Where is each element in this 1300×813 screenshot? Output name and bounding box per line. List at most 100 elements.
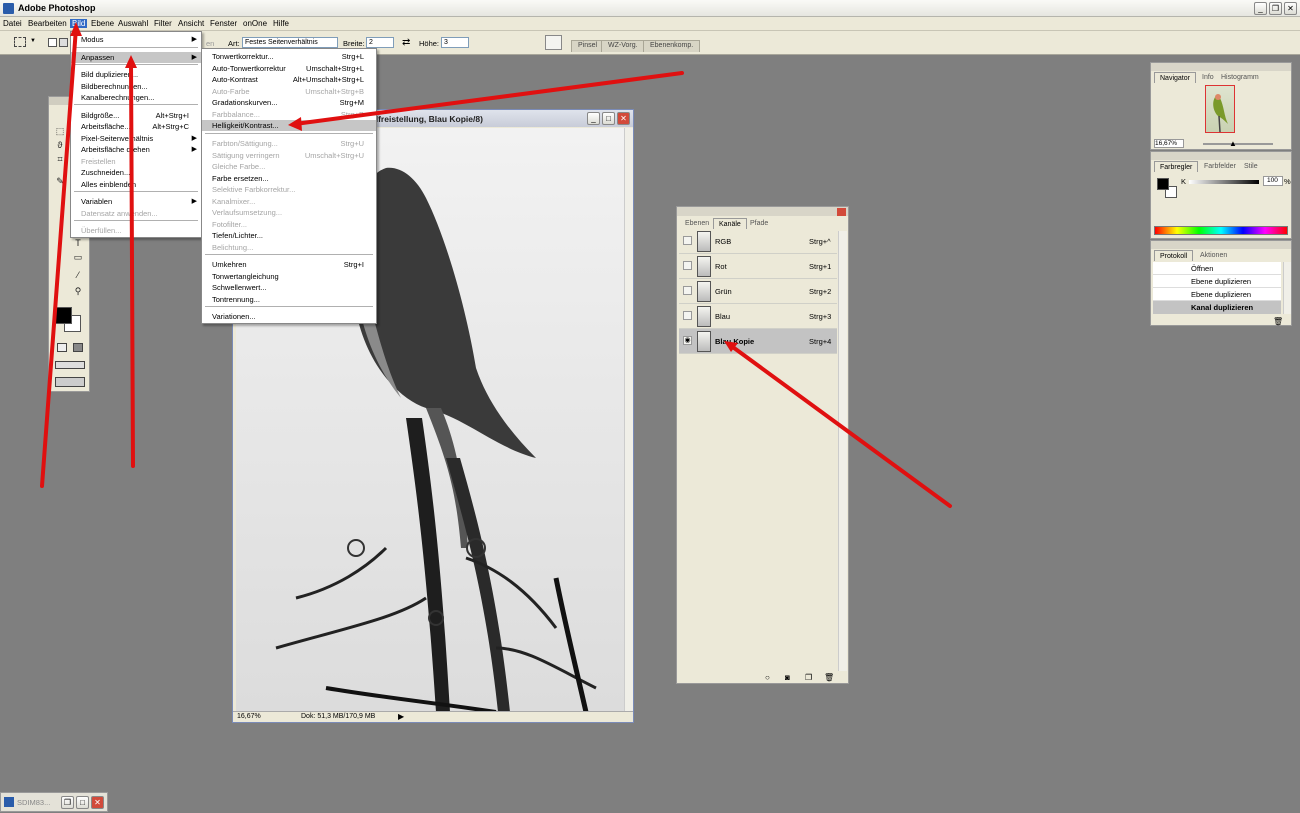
restore-button[interactable]: ❐ xyxy=(1269,2,1282,15)
menu-bearbeiten[interactable]: Bearbeiten xyxy=(28,19,67,28)
bild-menu-item[interactable]: Bildgröße... Alt+Strg+I xyxy=(71,110,201,121)
channel-row[interactable]: Blau Strg+3 xyxy=(679,304,837,329)
bild-menu-item[interactable]: Alles einblenden xyxy=(71,179,201,190)
history-scrollbar[interactable] xyxy=(1283,262,1291,314)
menu-filter[interactable]: Filter xyxy=(154,19,172,28)
channel-row[interactable]: RGB Strg+^ xyxy=(679,229,837,254)
tab-stile[interactable]: Stile xyxy=(1239,161,1263,172)
bild-menu-item[interactable]: Arbeitsfläche drehen ▶ xyxy=(71,144,201,155)
tab-histogramm[interactable]: Histogramm xyxy=(1216,72,1264,83)
tab-pfade[interactable]: Pfade xyxy=(745,218,773,229)
anpassen-menu-item[interactable]: Variationen... xyxy=(202,311,376,322)
bild-menu-item[interactable]: Pixel-Seitenverhältnis ▶ xyxy=(71,133,201,144)
eyedropper-icon[interactable]: ⁄ xyxy=(71,269,85,281)
anpassen-menu-item[interactable]: Farbbalance... Strg+B xyxy=(202,109,376,120)
bild-menu-item[interactable]: Arbeitsfläche... Alt+Strg+C xyxy=(71,121,201,132)
save-selection-icon[interactable]: ◙ xyxy=(785,673,790,682)
add-selection-icon[interactable] xyxy=(59,38,68,47)
navigator-zoom-slider[interactable] xyxy=(1203,143,1273,145)
eye-icon[interactable] xyxy=(683,311,692,320)
chevron-down-icon[interactable]: ▼ xyxy=(30,38,36,44)
tab-pinsel[interactable]: Pinsel xyxy=(571,40,605,52)
history-item[interactable]: Ebene duplizieren xyxy=(1153,275,1281,288)
bild-menu-item[interactable]: Bild duplizieren... xyxy=(71,69,201,80)
menu-ebene[interactable]: Ebene xyxy=(91,19,114,28)
tab-kanaele[interactable]: Kanäle xyxy=(713,218,747,229)
marquee-tool-icon[interactable] xyxy=(14,37,26,47)
imageready-icon[interactable] xyxy=(55,377,85,387)
taskbar-close-button[interactable]: ✕ xyxy=(91,796,104,809)
bild-menu-item[interactable]: Freistellen xyxy=(71,156,201,167)
taskbar-restore-button[interactable]: ❐ xyxy=(61,796,74,809)
channel-row[interactable]: Rot Strg+1 xyxy=(679,254,837,279)
palette-well-icon[interactable] xyxy=(545,35,562,50)
load-selection-icon[interactable]: ○ xyxy=(765,673,770,682)
menu-ansicht[interactable]: Ansicht xyxy=(178,19,204,28)
tab-aktionen[interactable]: Aktionen xyxy=(1195,250,1232,261)
anpassen-menu-item[interactable]: Belichtung... xyxy=(202,242,376,253)
foreground-color-swatch[interactable] xyxy=(55,307,72,324)
minimize-button[interactable]: _ xyxy=(1254,2,1267,15)
anpassen-menu-item[interactable]: Auto-Kontrast Alt+Umschalt+Strg+L xyxy=(202,74,376,85)
bild-menu-item[interactable]: Variablen ▶ xyxy=(71,196,201,207)
anpassen-menu-item[interactable]: Farbton/Sättigung... Strg+U xyxy=(202,138,376,149)
anpassen-menu-item[interactable]: Fotofilter... xyxy=(202,219,376,230)
tab-farbfelder[interactable]: Farbfelder xyxy=(1199,161,1241,172)
eye-icon[interactable] xyxy=(683,286,692,295)
image-maximize-button[interactable]: □ xyxy=(602,112,615,125)
anpassen-menu-item[interactable]: Auto-Tonwertkorrektur Umschalt+Strg+L xyxy=(202,63,376,74)
k-slider[interactable] xyxy=(1189,180,1259,184)
navigator-slider-thumb[interactable]: ▲ xyxy=(1229,139,1237,148)
rectangle-icon[interactable]: ▭ xyxy=(71,251,85,263)
color-spectrum-bar[interactable] xyxy=(1154,226,1288,235)
quickmask-on-icon[interactable] xyxy=(73,343,83,352)
anpassen-menu-item[interactable]: Selektive Farbkorrektur... xyxy=(202,184,376,195)
zoom-readout[interactable]: 16,67% xyxy=(237,713,261,720)
marquee-icon[interactable]: ⬚ xyxy=(53,125,67,137)
bild-menu-item[interactable]: Überfüllen... xyxy=(71,225,201,236)
quickmask-icon[interactable] xyxy=(57,343,67,352)
close-button[interactable]: ✕ xyxy=(1284,2,1297,15)
bild-menu-item[interactable]: Datensatz anwenden... xyxy=(71,208,201,219)
menu-onone[interactable]: onOne xyxy=(243,19,267,28)
history-item[interactable]: Ebene duplizieren xyxy=(1153,288,1281,301)
anpassen-menu-item[interactable]: Verlaufsumsetzung... xyxy=(202,207,376,218)
crop-icon[interactable]: ⌗ xyxy=(53,153,67,165)
taskbar-window[interactable]: SDIM83... ❐ □ ✕ xyxy=(0,792,108,812)
delete-channel-icon[interactable]: 🗑 xyxy=(824,673,834,682)
tab-ebenenkomp[interactable]: Ebenenkomp. xyxy=(643,40,701,52)
new-selection-icon[interactable] xyxy=(48,38,57,47)
bild-menu-item[interactable]: Modus ▶ xyxy=(71,34,201,45)
art-select[interactable]: Festes Seitenverhältnis xyxy=(242,37,338,48)
anpassen-menu-item[interactable]: Sättigung verringern Umschalt+Strg+U xyxy=(202,150,376,161)
taskbar-max-button[interactable]: □ xyxy=(76,796,89,809)
anpassen-menu-item[interactable]: Schwellenwert... xyxy=(202,282,376,293)
anpassen-menu-item[interactable]: Tiefen/Lichter... xyxy=(202,230,376,241)
screen-mode-icon[interactable] xyxy=(55,361,85,369)
image-minimize-button[interactable]: _ xyxy=(587,112,600,125)
anpassen-menu-item[interactable]: Helligkeit/Kontrast... xyxy=(202,120,376,131)
bild-menu-item[interactable]: Kanalberechnungen... xyxy=(71,92,201,103)
bild-menu-item[interactable]: Zuschneiden... xyxy=(71,167,201,178)
history-item[interactable]: Öffnen xyxy=(1153,262,1281,275)
lasso-icon[interactable]: ϑ xyxy=(53,139,67,151)
hoehe-input[interactable]: 3 xyxy=(441,37,469,48)
menu-bild[interactable]: Bild xyxy=(70,19,88,28)
color-foreground-swatch[interactable] xyxy=(1157,178,1169,190)
status-menu-arrow-icon[interactable]: ▶ xyxy=(398,712,404,721)
anpassen-menu-item[interactable]: Tonwertangleichung xyxy=(202,271,376,282)
channel-row[interactable]: ◉ Blau Kopie Strg+4 xyxy=(679,329,837,354)
anpassen-menu-item[interactable]: Tontrennung... xyxy=(202,294,376,305)
anpassen-menu-item[interactable]: Umkehren Strg+I xyxy=(202,259,376,270)
eye-icon[interactable] xyxy=(683,236,692,245)
history-item-selected[interactable]: Kanal duplizieren xyxy=(1153,301,1281,314)
anpassen-menu-item[interactable]: Farbe ersetzen... xyxy=(202,173,376,184)
vertical-scrollbar[interactable] xyxy=(624,128,633,712)
tab-wz-vorg[interactable]: WZ-Vorg. xyxy=(601,40,645,52)
k-value[interactable]: 100 xyxy=(1263,176,1283,186)
bild-menu-item[interactable]: Bildberechnungen... xyxy=(71,81,201,92)
menu-datei[interactable]: Datei xyxy=(3,19,22,28)
menu-hilfe[interactable]: Hilfe xyxy=(273,19,289,28)
eye-icon[interactable]: ◉ xyxy=(683,336,692,345)
channels-close-button[interactable] xyxy=(837,208,846,216)
